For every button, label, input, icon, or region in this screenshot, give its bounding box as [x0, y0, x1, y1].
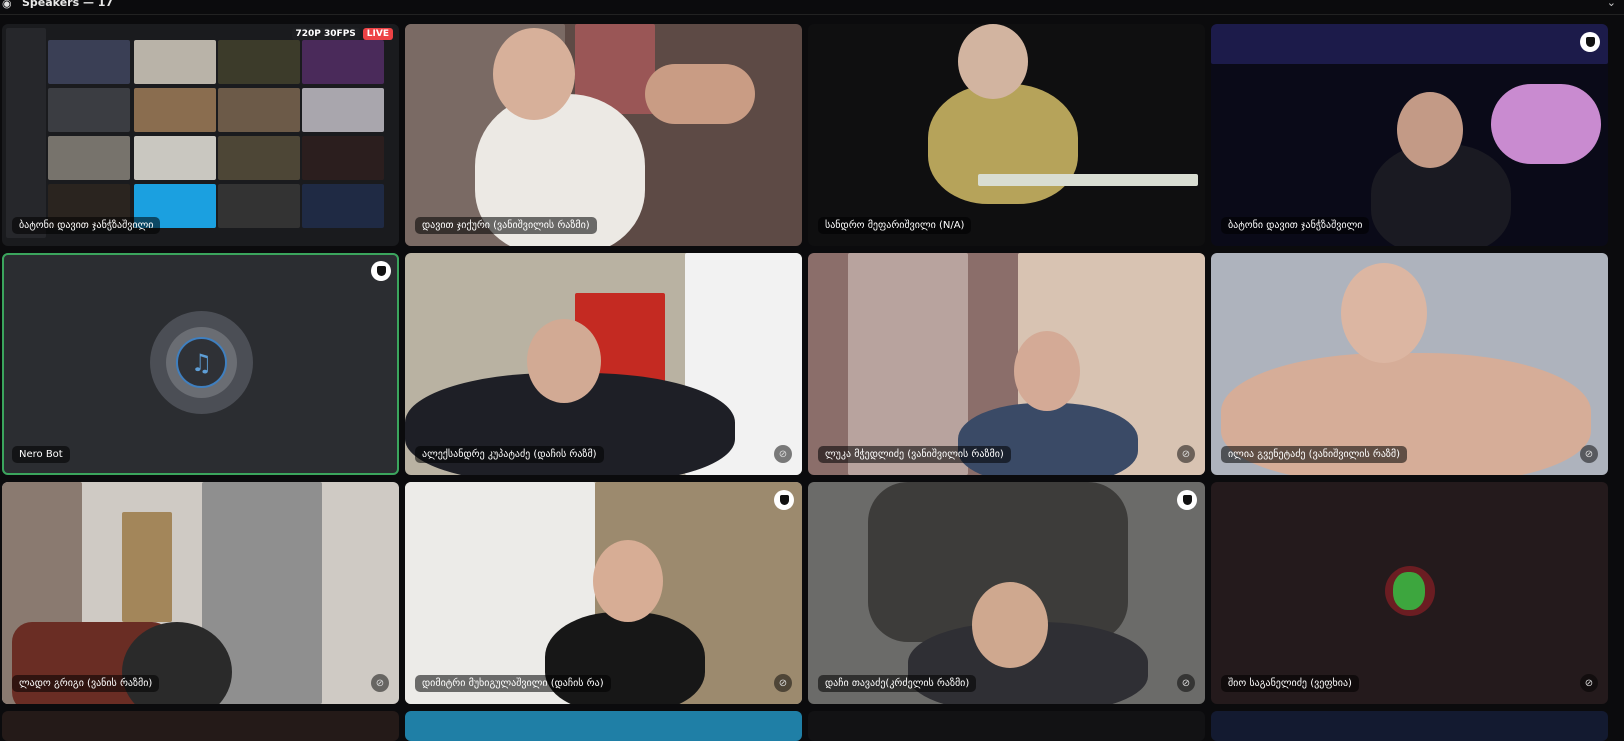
- participant-name: დაჩი თავაძე(კრძელის რაზმი): [818, 675, 977, 692]
- participant-name: შიო საგანელიძე (ვეფხია): [1221, 675, 1359, 692]
- video-tile[interactable]: ⊘ დიმიტრი მუხიგულაშვილი (დაჩის რა): [405, 482, 802, 704]
- muted-mic-icon: ⊘: [774, 674, 792, 692]
- video-tile[interactable]: [1211, 711, 1608, 741]
- camera-feed: [405, 24, 802, 246]
- video-tile[interactable]: ⊘ ალექსანდრე კუპატაძე (დაჩის რაზმ): [405, 253, 802, 475]
- participant-name: დავით ჯიქური (ვანიშვილის რაზმი): [415, 217, 597, 234]
- live-badge: LIVE: [362, 28, 393, 40]
- video-tile-screen-share[interactable]: 720P 30FPS LIVE ბატონი დავით ჯანჭზაშვილი: [2, 24, 399, 246]
- camera-feed: [808, 253, 1205, 475]
- video-tile-bot[interactable]: ♫ Nero Bot: [2, 253, 399, 475]
- video-tile[interactable]: სანდრო მეფარიშვილი (N/A): [808, 24, 1205, 246]
- video-tile[interactable]: [808, 711, 1205, 741]
- participant-name: Nero Bot: [12, 446, 70, 463]
- muted-mic-icon: ⊘: [1177, 445, 1195, 463]
- participant-name: ლადო გრიგი (ვანის რაზმი): [12, 675, 160, 692]
- shield-icon: [1580, 32, 1600, 52]
- participant-name: სანდრო მეფარიშვილი (N/A): [818, 217, 972, 234]
- avatar: [1385, 566, 1435, 616]
- frog-avatar-icon: [1393, 572, 1425, 610]
- video-tile[interactable]: ⊘ დაჩი თავაძე(კრძელის რაზმი): [808, 482, 1205, 704]
- muted-mic-icon: ⊘: [1580, 674, 1598, 692]
- participant-name: ალექსანდრე კუპატაძე (დაჩის რაზმ): [415, 446, 604, 463]
- muted-mic-icon: ⊘: [1177, 674, 1195, 692]
- video-tile[interactable]: ბატონი დავით ჯანჭზაშვილი: [1211, 24, 1608, 246]
- video-tile[interactable]: დავით ჯიქური (ვანიშვილის რაზმი): [405, 24, 802, 246]
- camera-feed: [1211, 24, 1608, 246]
- speakers-header[interactable]: ◉ Speakers — 17 ⌄: [0, 0, 1624, 15]
- participant-name: დიმიტრი მუხიგულაშვილი (დაჩის რა): [415, 675, 611, 692]
- camera-feed: [405, 253, 802, 475]
- muted-mic-icon: ⊘: [1580, 445, 1598, 463]
- chevron-down-icon[interactable]: ⌄: [1607, 0, 1616, 9]
- camera-feed: [1211, 253, 1608, 475]
- participant-name: ლუკა მჭედლიძე (ვანიშვილის რაზმი): [818, 446, 1011, 463]
- video-tile[interactable]: ⊘ ლუკა მჭედლიძე (ვანიშვილის რაზმი): [808, 253, 1205, 475]
- shield-icon: [1177, 490, 1197, 510]
- muted-mic-icon: ⊘: [371, 674, 389, 692]
- music-note-icon: ♫: [176, 337, 227, 388]
- video-tile[interactable]: ⊘ ლადო გრიგი (ვანის რაზმი): [2, 482, 399, 704]
- camera-feed: [808, 482, 1205, 704]
- video-tile[interactable]: [405, 711, 802, 741]
- speaker-icon: ◉: [2, 0, 12, 10]
- speakers-title: Speakers — 17: [22, 0, 114, 9]
- muted-mic-icon: ⊘: [774, 445, 792, 463]
- camera-feed: [2, 482, 399, 704]
- stream-badges: 720P 30FPS LIVE: [291, 28, 393, 40]
- shield-icon: [774, 490, 794, 510]
- participant-name: ბატონი დავით ჯანჭზაშვილი: [1221, 217, 1370, 234]
- camera-feed: [808, 24, 1205, 246]
- bot-avatar: ♫: [150, 311, 253, 414]
- shield-icon: [371, 261, 391, 281]
- participant-name: ბატონი დავით ჯანჭზაშვილი: [12, 217, 161, 234]
- camera-feed: [405, 482, 802, 704]
- participant-name: ილია გვენეტაძე (ვანიშვილის რაზმ): [1221, 446, 1408, 463]
- video-tile[interactable]: ⊘ ილია გვენეტაძე (ვანიშვილის რაზმ): [1211, 253, 1608, 475]
- resolution-badge: 720P 30FPS: [291, 28, 360, 40]
- video-tile[interactable]: ⊘ შიო საგანელიძე (ვეფხია): [1211, 482, 1608, 704]
- video-tile[interactable]: [2, 711, 399, 741]
- screen-share-preview: [2, 24, 399, 246]
